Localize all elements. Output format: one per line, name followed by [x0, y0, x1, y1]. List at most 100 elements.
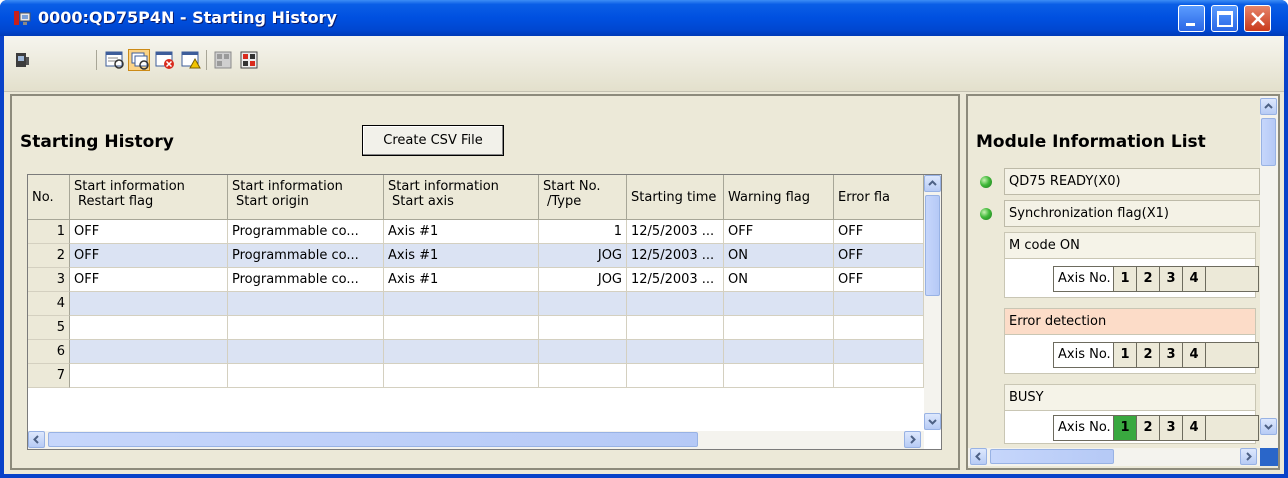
table-cell[interactable]: Programmable co...: [228, 220, 384, 244]
m-code-label: M code ON: [1005, 233, 1255, 259]
horizontal-scrollbar[interactable]: [28, 431, 924, 449]
table-cell[interactable]: [384, 316, 539, 340]
scroll-down-button[interactable]: [924, 413, 941, 430]
table-cell[interactable]: [724, 364, 834, 388]
table-cell[interactable]: OFF: [834, 268, 924, 292]
create-csv-button[interactable]: Create CSV File: [362, 125, 504, 156]
axis-4-indicator: 4: [1183, 267, 1206, 291]
table-cell[interactable]: ON: [724, 268, 834, 292]
axis-no-label: Axis No.: [1054, 343, 1114, 367]
table-cell[interactable]: ON: [724, 244, 834, 268]
table-cell[interactable]: [724, 316, 834, 340]
column-header[interactable]: No.: [28, 175, 70, 220]
side-scroll-up-button[interactable]: [1260, 98, 1277, 115]
side-scroll-left-button[interactable]: [970, 448, 987, 465]
table-cell[interactable]: OFF: [70, 220, 228, 244]
table-cell[interactable]: [70, 292, 228, 316]
table-cell[interactable]: JOG: [539, 268, 627, 292]
side-horizontal-scrollbar[interactable]: [968, 448, 1260, 466]
m-code-group: M code ON Axis No. 1 2 3 4: [1004, 232, 1259, 298]
table-cell[interactable]: [228, 292, 384, 316]
table-cell[interactable]: OFF: [724, 220, 834, 244]
table-cell[interactable]: [384, 340, 539, 364]
table-cell[interactable]: Programmable co...: [228, 244, 384, 268]
table-cell[interactable]: [627, 340, 724, 364]
column-header[interactable]: Starting time: [627, 175, 724, 220]
column-header[interactable]: Error fla: [834, 175, 924, 220]
error-history-icon[interactable]: [154, 49, 176, 71]
history-icon[interactable]: [104, 49, 126, 71]
toolbar: [4, 36, 1284, 92]
module-info-panel: Module Information List QD75 READY(X0) S…: [966, 94, 1280, 470]
table-cell[interactable]: [539, 340, 627, 364]
chevron-down-icon: [1264, 424, 1273, 430]
table-cell[interactable]: [627, 316, 724, 340]
table-cell[interactable]: 12/5/2003 ...: [627, 244, 724, 268]
table-cell[interactable]: Axis #1: [384, 220, 539, 244]
axis-no-label: Axis No.: [1054, 416, 1114, 440]
side-vertical-scroll-thumb[interactable]: [1261, 118, 1276, 166]
module-error-icon[interactable]: [238, 49, 260, 71]
table-cell[interactable]: OFF: [70, 268, 228, 292]
table-cell[interactable]: OFF: [834, 244, 924, 268]
table-cell[interactable]: [228, 340, 384, 364]
table-cell[interactable]: 12/5/2003 ...: [627, 220, 724, 244]
table-cell[interactable]: [539, 316, 627, 340]
history-grid[interactable]: No. Start information Restart flag Start in…: [27, 174, 942, 450]
table-cell[interactable]: Axis #1: [384, 244, 539, 268]
column-header-line: Error fla: [838, 189, 890, 205]
table-cell[interactable]: [228, 364, 384, 388]
table-cell[interactable]: OFF: [70, 244, 228, 268]
table-cell[interactable]: Programmable co...: [228, 268, 384, 292]
size-grip[interactable]: [1260, 448, 1278, 466]
start-history-button[interactable]: [128, 49, 150, 71]
table-cell[interactable]: [627, 364, 724, 388]
column-header[interactable]: Start information Start axis: [384, 175, 539, 220]
warning-history-icon[interactable]: [180, 49, 202, 71]
chevron-left-icon: [975, 452, 981, 461]
table-cell[interactable]: JOG: [539, 244, 627, 268]
column-header[interactable]: Warning flag: [724, 175, 834, 220]
table-cell[interactable]: [70, 340, 228, 364]
row-number: 5: [28, 316, 70, 340]
monitor-icon[interactable]: [14, 49, 32, 71]
table-cell[interactable]: [384, 292, 539, 316]
close-button[interactable]: [1244, 5, 1271, 32]
column-header[interactable]: Start No./Type: [539, 175, 627, 220]
maximize-button[interactable]: [1211, 5, 1238, 32]
error-detection-label: Error detection: [1005, 309, 1255, 335]
table-cell[interactable]: [724, 292, 834, 316]
table-cell[interactable]: Axis #1: [384, 268, 539, 292]
vertical-scrollbar[interactable]: [924, 175, 941, 430]
table-cell[interactable]: [539, 292, 627, 316]
horizontal-scroll-thumb[interactable]: [48, 432, 698, 447]
table-cell[interactable]: [228, 316, 384, 340]
table-cell[interactable]: 1: [539, 220, 627, 244]
column-header[interactable]: Start information Restart flag: [70, 175, 228, 220]
table-cell[interactable]: 12/5/2003 ...: [627, 268, 724, 292]
side-scroll-down-button[interactable]: [1260, 418, 1277, 435]
vertical-scroll-thumb[interactable]: [925, 195, 940, 296]
minimize-button[interactable]: [1178, 5, 1205, 32]
toolbar-separator: [96, 50, 97, 70]
title-bar[interactable]: 0000:QD75P4N - Starting History: [0, 0, 1288, 36]
side-scroll-right-button[interactable]: [1240, 448, 1257, 465]
table-cell[interactable]: [834, 340, 924, 364]
table-cell[interactable]: [70, 316, 228, 340]
table-cell[interactable]: OFF: [834, 220, 924, 244]
scroll-right-button[interactable]: [904, 431, 921, 448]
scroll-left-button[interactable]: [28, 431, 45, 448]
table-cell[interactable]: [724, 340, 834, 364]
table-cell[interactable]: [539, 364, 627, 388]
table-cell[interactable]: [70, 364, 228, 388]
column-header[interactable]: Start information Start origin: [228, 175, 384, 220]
scroll-up-button[interactable]: [924, 175, 941, 192]
side-horizontal-scroll-thumb[interactable]: [990, 449, 1114, 464]
table-cell[interactable]: [834, 364, 924, 388]
table-cell[interactable]: [834, 292, 924, 316]
table-cell[interactable]: [834, 316, 924, 340]
table-cell[interactable]: [627, 292, 724, 316]
table-cell[interactable]: [384, 364, 539, 388]
module-info-icon[interactable]: [212, 49, 234, 71]
side-vertical-scrollbar[interactable]: [1260, 96, 1278, 448]
